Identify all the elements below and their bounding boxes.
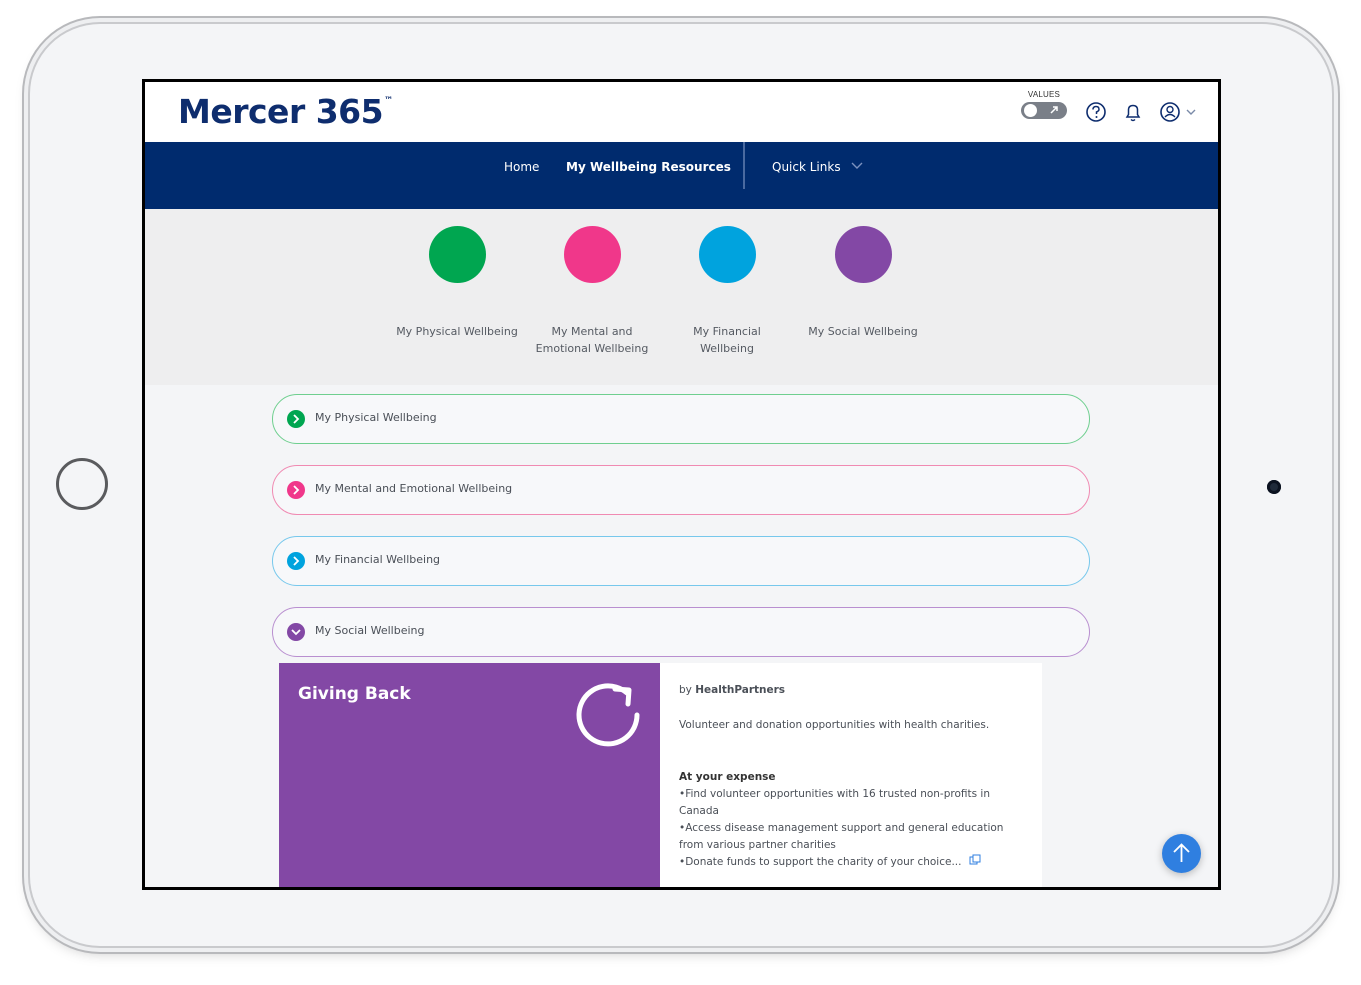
user-account-icon[interactable] [1159,101,1199,123]
accordion-social-wellbeing[interactable]: My Social Wellbeing [272,607,1090,657]
card-bullets: •Find volunteer opportunities with 16 tr… [679,788,1004,868]
accordion-mental-emotional-wellbeing[interactable]: My Mental and Emotional Wellbeing [272,465,1090,515]
accordion-label: My Financial Wellbeing [315,553,441,566]
category-physical[interactable]: My Physical Wellbeing [387,209,527,340]
help-icon[interactable] [1085,101,1107,123]
external-link-icon[interactable] [969,854,981,865]
card-provider: by HealthPartners [679,684,786,696]
scroll-to-top-button[interactable] [1162,834,1201,873]
nav-quick-links[interactable]: Quick Links [772,160,864,174]
category-mental-emotional[interactable]: My Mental and Emotional Wellbeing [522,209,662,357]
accordion-financial-wellbeing[interactable]: My Financial Wellbeing [272,536,1090,586]
logo-text: Mercer 365 [178,92,384,131]
nav-home[interactable]: Home [504,160,539,174]
refresh-icon [576,683,640,747]
category-circle [563,226,621,283]
chevron-right-icon [287,481,305,499]
category-social[interactable]: My Social Wellbeing [793,209,933,340]
accordion-physical-wellbeing[interactable]: My Physical Wellbeing [272,394,1090,444]
notification-bell-icon[interactable] [1122,101,1144,123]
chevron-down-icon [287,623,305,641]
nav-divider [743,142,745,189]
toggle-arrow-icon [1050,106,1058,114]
card-title: Giving Back [298,684,411,704]
chevron-right-icon [287,552,305,570]
arrow-up-icon [1173,843,1190,862]
tablet-home-button [56,458,108,510]
category-label: My Social Wellbeing [808,325,918,338]
category-label: My Physical Wellbeing [396,325,518,338]
resource-card-banner[interactable]: Giving Back [279,663,660,887]
card-description: Volunteer and donation opportunities wit… [679,719,990,731]
values-label: VALUES [1027,90,1061,99]
header: Mercer 365™ VALUES [145,82,1218,142]
chevron-right-icon [287,410,305,428]
tablet-camera [1267,480,1281,494]
main-navigation: Home My Wellbeing Resources Quick Links [145,142,1218,209]
category-circle [428,226,486,283]
card-section-heading: At your expense [679,771,776,783]
chevron-down-icon [851,162,863,169]
accordion-label: My Physical Wellbeing [315,411,437,424]
category-circle [698,226,756,283]
quick-links-label: Quick Links [772,160,841,174]
values-toggle-group: VALUES [1020,90,1068,119]
wellbeing-categories: My Physical Wellbeing My Mental and Emoti… [145,209,1218,385]
mercer-365-logo[interactable]: Mercer 365™ [178,92,393,131]
category-label: My Mental and Emotional Wellbeing [535,325,649,355]
category-financial[interactable]: My Financial Wellbeing [657,209,797,357]
values-toggle[interactable] [1021,102,1067,119]
screen: Mercer 365™ VALUES Home My Wellbeing Res… [142,79,1221,890]
accordion-label: My Social Wellbeing [315,624,425,637]
accordion-label: My Mental and Emotional Wellbeing [315,482,513,495]
resource-card-details: by HealthPartners Volunteer and donation… [660,663,1042,887]
category-label: My Financial Wellbeing [693,325,761,355]
category-circle [834,226,892,283]
logo-trademark: ™ [384,96,393,106]
nav-my-wellbeing-resources[interactable]: My Wellbeing Resources [566,160,731,174]
